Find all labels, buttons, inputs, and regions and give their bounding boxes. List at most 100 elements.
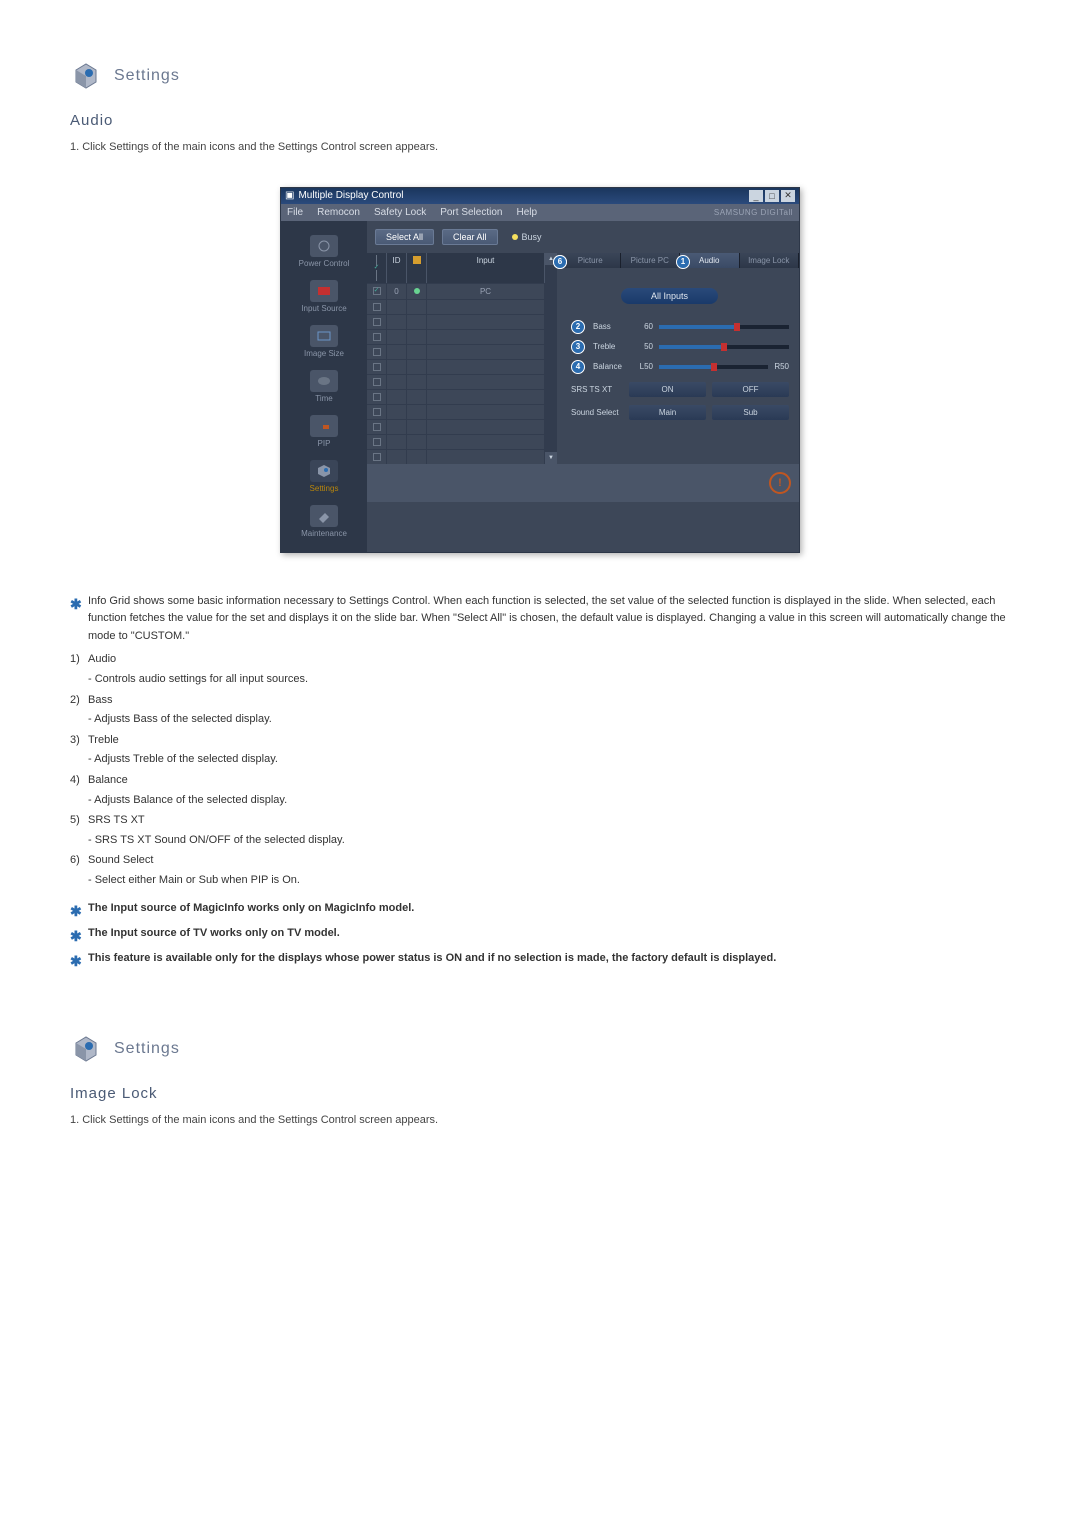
star-icon: ✱ <box>70 925 82 947</box>
grid-row[interactable] <box>367 374 545 389</box>
section-title-2: Settings <box>114 1040 180 1058</box>
row-checkbox[interactable] <box>373 318 381 326</box>
titlebar: ▣ Multiple Display Control _ □ ✕ <box>281 188 799 204</box>
srs-off-button[interactable]: OFF <box>712 382 789 397</box>
sidebar-item-pip[interactable]: PIP <box>281 409 367 454</box>
row-checkbox[interactable] <box>373 408 381 416</box>
grid-header-check[interactable] <box>367 253 387 283</box>
sidebar: Power Control Input Source Image Size Ti… <box>281 221 367 552</box>
footer-bar: ! <box>367 464 799 502</box>
sound-main-button[interactable]: Main <box>629 405 706 420</box>
sidebar-item-image-size[interactable]: Image Size <box>281 319 367 364</box>
maintenance-icon <box>310 505 338 527</box>
row-checkbox[interactable] <box>373 303 381 311</box>
row-checkbox[interactable] <box>373 333 381 341</box>
step-item: 1. Click Settings of the main icons and … <box>70 1112 1010 1130</box>
row-checkbox[interactable] <box>373 287 381 295</box>
close-button[interactable]: ✕ <box>781 190 795 202</box>
balance-slider[interactable]: 4 Balance L50 R50 <box>571 360 789 374</box>
menu-remocon[interactable]: Remocon <box>317 207 360 218</box>
audio-panel: All Inputs 2 Bass 60 3 Treble 50 <box>561 276 799 436</box>
menu-file[interactable]: File <box>287 207 303 218</box>
slider-track[interactable] <box>659 365 768 369</box>
row-checkbox[interactable] <box>373 348 381 356</box>
sidebar-item-power-control[interactable]: Power Control <box>281 229 367 274</box>
grid-row[interactable] <box>367 419 545 434</box>
grid-row[interactable] <box>367 299 545 314</box>
grid-row[interactable] <box>367 314 545 329</box>
tab-picture[interactable]: Picture <box>561 253 621 268</box>
info-icon[interactable]: ! <box>769 472 791 494</box>
clear-all-button[interactable]: Clear All <box>442 229 498 245</box>
window-title: Multiple Display Control <box>298 190 403 201</box>
settings-cube-icon <box>70 1033 102 1065</box>
srs-on-button[interactable]: ON <box>629 382 706 397</box>
screenshot-container: ▣ Multiple Display Control _ □ ✕ File Re… <box>70 187 1010 553</box>
slider-track[interactable] <box>659 325 789 329</box>
grid-header-id: ID <box>387 253 407 283</box>
sidebar-item-input-source[interactable]: Input Source <box>281 274 367 319</box>
sidebar-item-settings[interactable]: Settings <box>281 454 367 499</box>
note-bullet: ✱ The Input source of MagicInfo works on… <box>70 900 1010 922</box>
sidebar-item-time[interactable]: Time <box>281 364 367 409</box>
numbered-list: 1)Audio- Controls audio settings for all… <box>70 651 1010 889</box>
section-title: Settings <box>114 67 180 85</box>
grid-row[interactable] <box>367 389 545 404</box>
list-item: 2)Bass- Adjusts Bass of the selected dis… <box>70 692 1010 729</box>
slider-thumb[interactable] <box>711 363 717 371</box>
pip-icon <box>310 415 338 437</box>
grid-row[interactable] <box>367 329 545 344</box>
slider-thumb[interactable] <box>721 343 727 351</box>
grid-row[interactable] <box>367 449 545 464</box>
settings-panel: Picture Picture PC 1Audio Image Lock All… <box>557 253 799 464</box>
note-bullet: ✱ This feature is available only for the… <box>70 950 1010 972</box>
slider-track[interactable] <box>659 345 789 349</box>
sidebar-item-maintenance[interactable]: Maintenance <box>281 499 367 544</box>
power-icon <box>310 235 338 257</box>
menu-help[interactable]: Help <box>516 207 537 218</box>
row-checkbox[interactable] <box>373 453 381 461</box>
row-checkbox[interactable] <box>373 423 381 431</box>
grid-row-0[interactable]: 0 PC <box>367 283 545 299</box>
badge-6: 6 <box>553 255 567 269</box>
grid-row[interactable] <box>367 344 545 359</box>
list-item: 3)Treble- Adjusts Treble of the selected… <box>70 732 1010 769</box>
grid-row[interactable] <box>367 434 545 449</box>
row-checkbox[interactable] <box>373 393 381 401</box>
scroll-down-icon[interactable]: ▼ <box>545 452 557 464</box>
row-checkbox[interactable] <box>373 363 381 371</box>
slider-thumb[interactable] <box>734 323 740 331</box>
star-icon: ✱ <box>70 900 82 922</box>
grid-row[interactable] <box>367 359 545 374</box>
step-item: 1. Click Settings of the main icons and … <box>70 139 1010 157</box>
settings-icon <box>310 460 338 482</box>
note-info: ✱ Info Grid shows some basic information… <box>70 593 1010 646</box>
image-lock-heading: Image Lock <box>70 1085 1010 1102</box>
busy-indicator: Busy <box>512 232 542 242</box>
tab-picture-pc[interactable]: Picture PC <box>621 253 681 268</box>
scroll-track[interactable] <box>545 265 557 452</box>
settings-cube-icon <box>70 60 102 92</box>
grid-scrollbar[interactable]: ▲ ▼ <box>545 253 557 464</box>
tab-audio[interactable]: 1Audio <box>680 253 740 268</box>
grid-row[interactable] <box>367 404 545 419</box>
tab-image-lock[interactable]: Image Lock <box>740 253 800 268</box>
select-all-button[interactable]: Select All <box>375 229 434 245</box>
badge-3: 3 <box>571 340 585 354</box>
time-icon <box>310 370 338 392</box>
bass-slider[interactable]: 2 Bass 60 <box>571 320 789 334</box>
treble-slider[interactable]: 3 Treble 50 <box>571 340 789 354</box>
all-inputs-button[interactable]: All Inputs <box>621 288 718 304</box>
app-icon: ▣ <box>285 190 294 201</box>
menu-safety-lock[interactable]: Safety Lock <box>374 207 426 218</box>
list-item: 4)Balance- Adjusts Balance of the select… <box>70 772 1010 809</box>
list-item: 1)Audio- Controls audio settings for all… <box>70 651 1010 688</box>
section-header: Settings <box>70 60 1010 92</box>
menu-port-selection[interactable]: Port Selection <box>440 207 502 218</box>
minimize-button[interactable]: _ <box>749 190 763 202</box>
row-checkbox[interactable] <box>373 378 381 386</box>
maximize-button[interactable]: □ <box>765 190 779 202</box>
sound-sub-button[interactable]: Sub <box>712 405 789 420</box>
main-panel: Select All Clear All Busy ID Input <box>367 221 799 552</box>
row-checkbox[interactable] <box>373 438 381 446</box>
